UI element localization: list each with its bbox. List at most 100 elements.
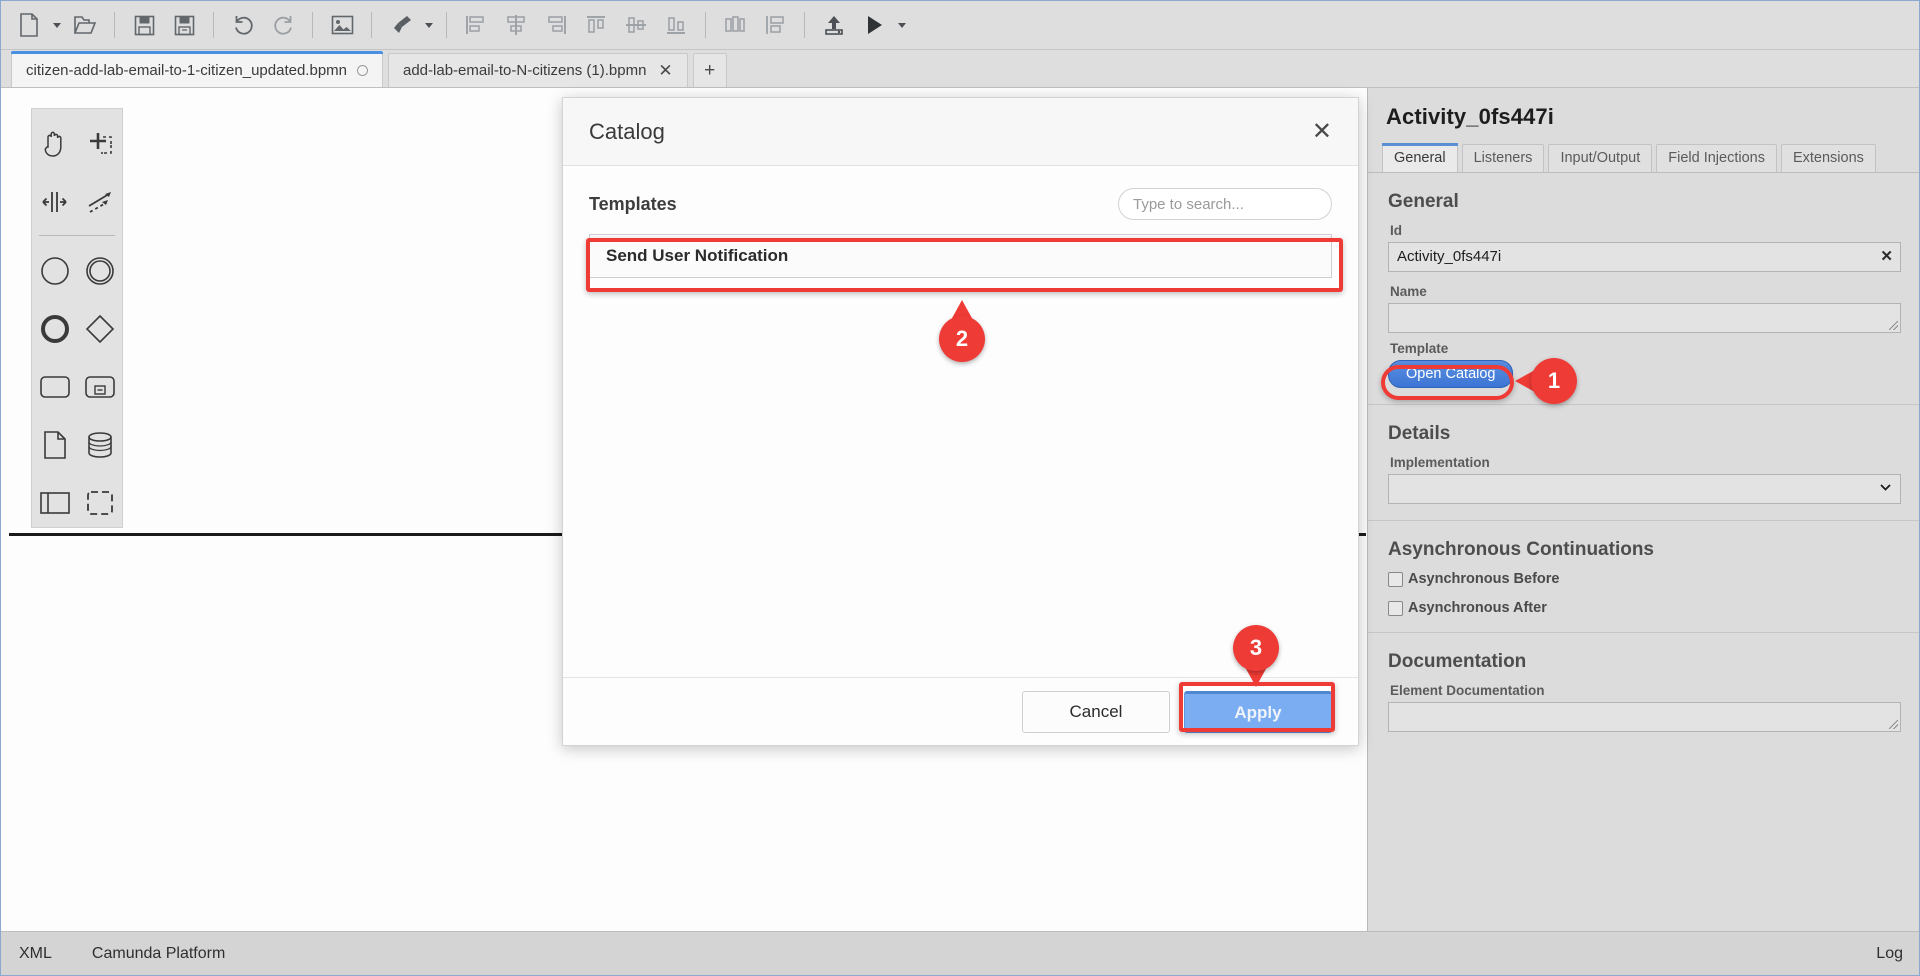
list-item[interactable]: Send User Notification: [589, 234, 1332, 278]
new-file-dropdown-caret[interactable]: [49, 5, 65, 45]
task-icon[interactable]: [32, 358, 77, 416]
details-section: Details Implementation: [1368, 423, 1919, 504]
catalog-dialog-body: Templates Send User Notification: [563, 166, 1358, 677]
cancel-button[interactable]: Cancel: [1022, 690, 1170, 733]
subprocess-icon[interactable]: [77, 358, 122, 416]
tab-citizen-add-lab-email-to-1-citizen[interactable]: citizen-add-lab-email-to-1-citizen_updat…: [11, 51, 383, 87]
participant-icon[interactable]: [32, 474, 77, 532]
export-image-icon[interactable]: [322, 5, 362, 45]
undo-icon[interactable]: [223, 5, 263, 45]
align-center-icon[interactable]: [496, 5, 536, 45]
element-documentation-field[interactable]: [1388, 702, 1901, 732]
search-input[interactable]: [1131, 194, 1334, 214]
align-right-icon[interactable]: [536, 5, 576, 45]
general-section: General Id Activity_0fs447i ✕ Name Templ…: [1368, 191, 1919, 388]
toolbar-separator: [804, 12, 805, 38]
async-continuations-section: Asynchronous Continuations Asynchronous …: [1368, 539, 1919, 616]
open-catalog-button[interactable]: Open Catalog: [1388, 360, 1514, 388]
save-as-icon[interactable]: [164, 5, 204, 45]
open-file-icon[interactable]: [65, 5, 105, 45]
documentation-section-heading: Documentation: [1388, 651, 1527, 672]
format-brush-icon[interactable]: [381, 5, 421, 45]
hand-tool-icon[interactable]: [32, 115, 77, 173]
tab-listeners[interactable]: Listeners: [1461, 144, 1545, 172]
properties-tabs: General Listeners Input/Output Field Inj…: [1368, 130, 1919, 173]
tab-bar: citizen-add-lab-email-to-1-citizen_updat…: [1, 50, 1919, 88]
tab-add-lab-email-to-n-citizens[interactable]: add-lab-email-to-N-citizens (1).bpmn ✕: [388, 53, 688, 87]
status-log-button[interactable]: Log: [1876, 945, 1903, 963]
toolbar-separator: [312, 12, 313, 38]
implementation-field-label: Implementation: [1390, 455, 1490, 470]
chevron-down-icon: [1880, 484, 1891, 491]
status-engine-label[interactable]: Camunda Platform: [92, 945, 225, 963]
deploy-icon[interactable]: [814, 5, 854, 45]
async-section-heading: Asynchronous Continuations: [1388, 539, 1654, 560]
end-event-icon[interactable]: [32, 300, 77, 358]
element-documentation-label: Element Documentation: [1390, 683, 1545, 698]
data-object-icon[interactable]: [32, 416, 77, 474]
general-section-heading: General: [1388, 191, 1459, 212]
data-store-icon[interactable]: [77, 416, 122, 474]
async-before-label: Asynchronous Before: [1408, 571, 1560, 587]
tab-label: citizen-add-lab-email-to-1-citizen_updat…: [26, 62, 347, 79]
main-toolbar: [1, 1, 1919, 50]
lasso-tool-icon[interactable]: [77, 115, 122, 173]
properties-panel: Activity_0fs447i General Listeners Input…: [1367, 88, 1919, 933]
implementation-select[interactable]: [1388, 474, 1901, 504]
redo-icon[interactable]: [263, 5, 303, 45]
align-middle-icon[interactable]: [616, 5, 656, 45]
run-dropdown-caret[interactable]: [894, 5, 910, 45]
intermediate-event-icon[interactable]: [77, 242, 122, 300]
tab-close-icon[interactable]: ✕: [658, 62, 672, 79]
bpmn-modeler-window: citizen-add-lab-email-to-1-citizen_updat…: [0, 0, 1920, 976]
tab-general[interactable]: General: [1382, 143, 1458, 172]
apply-button[interactable]: Apply: [1184, 690, 1332, 733]
tab-input-output[interactable]: Input/Output: [1548, 144, 1653, 172]
id-field-wrapper: Activity_0fs447i ✕: [1388, 242, 1901, 272]
status-bar-left: XML Camunda Platform: [19, 945, 225, 963]
align-left-icon[interactable]: [456, 5, 496, 45]
start-event-icon[interactable]: [32, 242, 77, 300]
status-xml-button[interactable]: XML: [19, 945, 52, 963]
tab-label: add-lab-email-to-N-citizens (1).bpmn: [403, 62, 647, 79]
save-icon[interactable]: [124, 5, 164, 45]
toolbar-separator: [371, 12, 372, 38]
run-icon[interactable]: [854, 5, 894, 45]
template-list: Send User Notification: [589, 234, 1332, 278]
templates-header-row: Templates: [589, 188, 1334, 220]
close-icon[interactable]: ✕: [1312, 119, 1332, 144]
name-field[interactable]: [1388, 303, 1901, 333]
properties-panel-title: Activity_0fs447i: [1386, 104, 1554, 129]
new-file-icon[interactable]: [9, 5, 49, 45]
id-field-label: Id: [1390, 223, 1402, 238]
group-icon[interactable]: [77, 474, 122, 532]
gateway-icon[interactable]: [77, 300, 122, 358]
tab-extensions[interactable]: Extensions: [1780, 144, 1876, 172]
global-connect-tool-icon[interactable]: [77, 173, 122, 231]
async-after-label: Asynchronous After: [1408, 600, 1547, 616]
id-field[interactable]: Activity_0fs447i: [1388, 242, 1901, 272]
template-search-box[interactable]: [1118, 188, 1334, 220]
async-before-checkbox[interactable]: [1388, 571, 1403, 587]
palette-separator: [39, 235, 115, 236]
distribute-horizontal-icon[interactable]: [715, 5, 755, 45]
documentation-section: Documentation Element Documentation: [1368, 651, 1919, 732]
align-top-icon[interactable]: [576, 5, 616, 45]
align-bottom-icon[interactable]: [656, 5, 696, 45]
toolbar-separator: [446, 12, 447, 38]
async-before-row[interactable]: Asynchronous Before: [1388, 571, 1901, 587]
space-tool-icon[interactable]: [32, 173, 77, 231]
new-tab-button[interactable]: +: [692, 53, 727, 87]
tab-field-injections[interactable]: Field Injections: [1656, 144, 1777, 172]
distribute-vertical-icon[interactable]: [755, 5, 795, 45]
id-clear-icon[interactable]: ✕: [1880, 248, 1893, 266]
format-dropdown-caret[interactable]: [421, 5, 437, 45]
catalog-dialog-footer: Cancel Apply: [563, 677, 1358, 745]
toolbar-separator: [705, 12, 706, 38]
section-divider: [1368, 404, 1919, 405]
catalog-dialog: Catalog ✕ Templates Send User Notificati…: [562, 97, 1359, 746]
catalog-dialog-title: Catalog: [589, 118, 665, 144]
async-after-row[interactable]: Asynchronous After: [1388, 600, 1901, 616]
tab-unsaved-indicator-icon[interactable]: [357, 65, 368, 76]
async-after-checkbox[interactable]: [1388, 600, 1403, 616]
